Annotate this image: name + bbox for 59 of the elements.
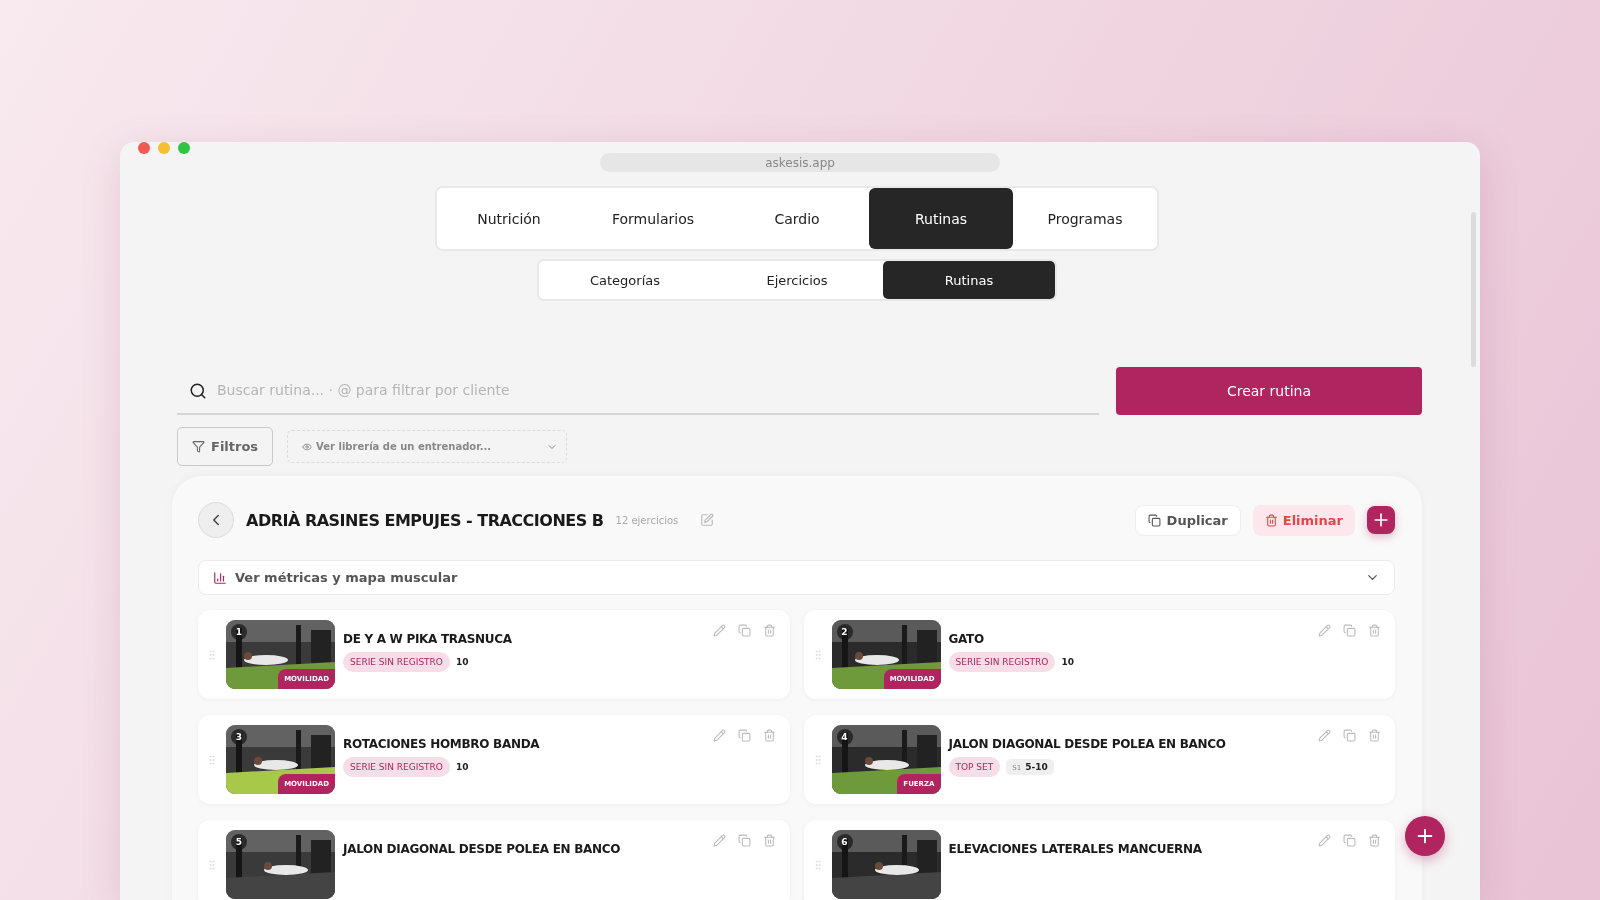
- delete-icon[interactable]: [762, 729, 776, 742]
- minimize-dot[interactable]: [158, 142, 170, 154]
- exercise-card[interactable]: 5 JALON DIAGONAL DESDE POLEA EN BANCO: [198, 820, 790, 900]
- set-type-tag: TOP SET: [948, 757, 1001, 777]
- close-dot[interactable]: [138, 142, 150, 154]
- copy-icon[interactable]: [737, 729, 751, 742]
- delete-icon[interactable]: [1368, 834, 1381, 847]
- copy-icon[interactable]: [1343, 624, 1356, 637]
- delete-icon[interactable]: [1368, 624, 1381, 637]
- filter-icon: [192, 440, 205, 453]
- reps-value: 10: [455, 762, 469, 772]
- set-type-tag: SERIE SIN REGISTRO: [948, 652, 1056, 672]
- set-type-tag: SERIE SIN REGISTRO: [343, 757, 450, 777]
- duplicate-button[interactable]: Duplicar: [1134, 504, 1241, 536]
- main-tab[interactable]: Rutinas: [869, 188, 1013, 249]
- edit-icon[interactable]: [712, 729, 726, 742]
- copy-icon: [1147, 513, 1161, 527]
- exercise-name: JALON DIAGONAL DESDE POLEA EN BANCO: [343, 842, 622, 856]
- copy-icon[interactable]: [737, 834, 751, 847]
- copy-icon[interactable]: [1343, 729, 1356, 742]
- trash-icon: [1264, 513, 1278, 527]
- edit-icon[interactable]: [1318, 624, 1331, 637]
- metrics-toggle[interactable]: Ver métricas y mapa muscular: [198, 560, 1395, 595]
- edit-icon[interactable]: [712, 624, 726, 637]
- eye-icon: [302, 441, 313, 452]
- edit-icon[interactable]: [700, 513, 715, 527]
- routine-title: ADRIÀ RASINES EMPUJES - TRACCIONES B: [246, 510, 604, 530]
- drag-handle-icon[interactable]: [206, 648, 218, 661]
- delete-icon[interactable]: [762, 834, 776, 847]
- exercise-name: ROTACIONES HOMBRO BANDA: [343, 737, 541, 751]
- delete-icon[interactable]: [1368, 729, 1381, 742]
- floating-add-button[interactable]: [1405, 816, 1445, 856]
- drag-handle-icon[interactable]: [206, 753, 218, 766]
- delete-icon[interactable]: [762, 624, 776, 637]
- add-button[interactable]: [1367, 506, 1395, 534]
- reps-value: 10: [455, 657, 469, 667]
- copy-icon[interactable]: [1343, 834, 1356, 847]
- exercise-card[interactable]: 6 ELEVACIONES LATERALES MANCUERNA: [803, 820, 1395, 900]
- edit-icon[interactable]: [1318, 834, 1331, 847]
- reps-value: 10: [1061, 657, 1074, 667]
- drag-handle-icon[interactable]: [206, 858, 218, 871]
- exercise-name: ELEVACIONES LATERALES MANCUERNA: [948, 842, 1203, 856]
- create-routine-button[interactable]: Crear rutina: [1116, 367, 1422, 415]
- set-type-tag: SERIE SIN REGISTRO: [343, 652, 450, 672]
- exercise-count: 12 ejercicios: [615, 514, 679, 526]
- scrollbar[interactable]: [1471, 212, 1476, 367]
- exercise-name: JALON DIAGONAL DESDE POLEA EN BANCO: [948, 737, 1227, 751]
- back-button[interactable]: [198, 502, 234, 538]
- exercise-name: DE Y A W PIKA TRASNUCA: [343, 632, 513, 646]
- maximize-dot[interactable]: [178, 142, 190, 154]
- edit-icon[interactable]: [1318, 729, 1331, 742]
- filters-button[interactable]: Filtros: [177, 427, 274, 466]
- search-icon: [189, 382, 207, 400]
- exercise-name: GATO: [948, 632, 985, 646]
- sub-tab[interactable]: Rutinas: [883, 261, 1055, 299]
- edit-icon[interactable]: [712, 834, 726, 847]
- copy-icon[interactable]: [737, 624, 751, 637]
- search-field[interactable]: Buscar rutina... · @ para filtrar por cliente: [177, 367, 1099, 415]
- bar-chart-icon: [213, 570, 227, 585]
